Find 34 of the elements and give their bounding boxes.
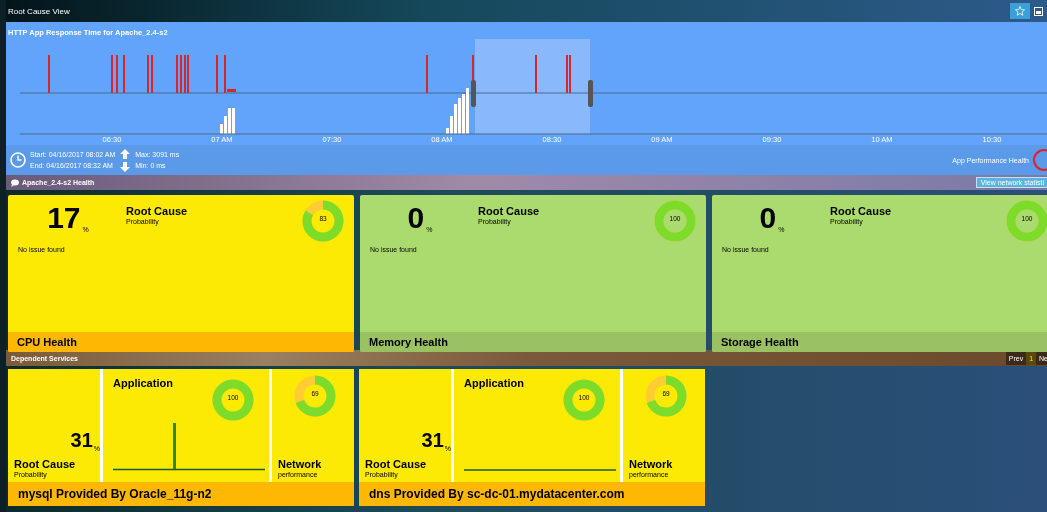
percent-value: 0 [759,203,777,233]
card-title: Memory Health [369,336,448,348]
donut-chart [654,200,696,242]
application-title: Application [113,377,173,391]
network-title: Network [629,458,674,470]
percent-value: 31 [70,429,93,452]
card-title: CPU Health [17,336,77,348]
network-title: Network [278,458,323,470]
card-title: Storage Health [721,336,799,348]
donut-chart [1006,200,1047,242]
card-heading: Root Cause [478,205,541,217]
card-heading: Root Cause [830,205,893,217]
percent-value: 0 [407,203,425,233]
down-arrow-icon [119,161,132,172]
donut-chart [563,379,605,421]
percent-value: 31 [421,429,444,452]
application-title: Application [464,377,524,391]
page-title: Root Cause View [7,6,70,16]
donut-chart [302,200,344,242]
percent-value: 17 [47,203,81,233]
card-heading: Root Cause [14,458,77,470]
donut-chart [294,375,336,417]
card-heading: Root Cause [365,458,428,470]
favorite-button[interactable] [1010,3,1030,19]
donut-chart [212,379,254,421]
service-title: mysql Provided By Oracle_11g-n2 [18,487,212,501]
comment-icon [11,178,19,187]
image-icon [1034,6,1043,16]
card-heading: Root Cause [126,205,189,217]
service-title: dns Provided By sc-dc-01.mydatacenter.com [369,487,625,501]
donut-chart [645,375,687,417]
clock-icon [10,152,26,168]
up-arrow-icon [119,148,132,159]
star-icon [1015,6,1025,16]
